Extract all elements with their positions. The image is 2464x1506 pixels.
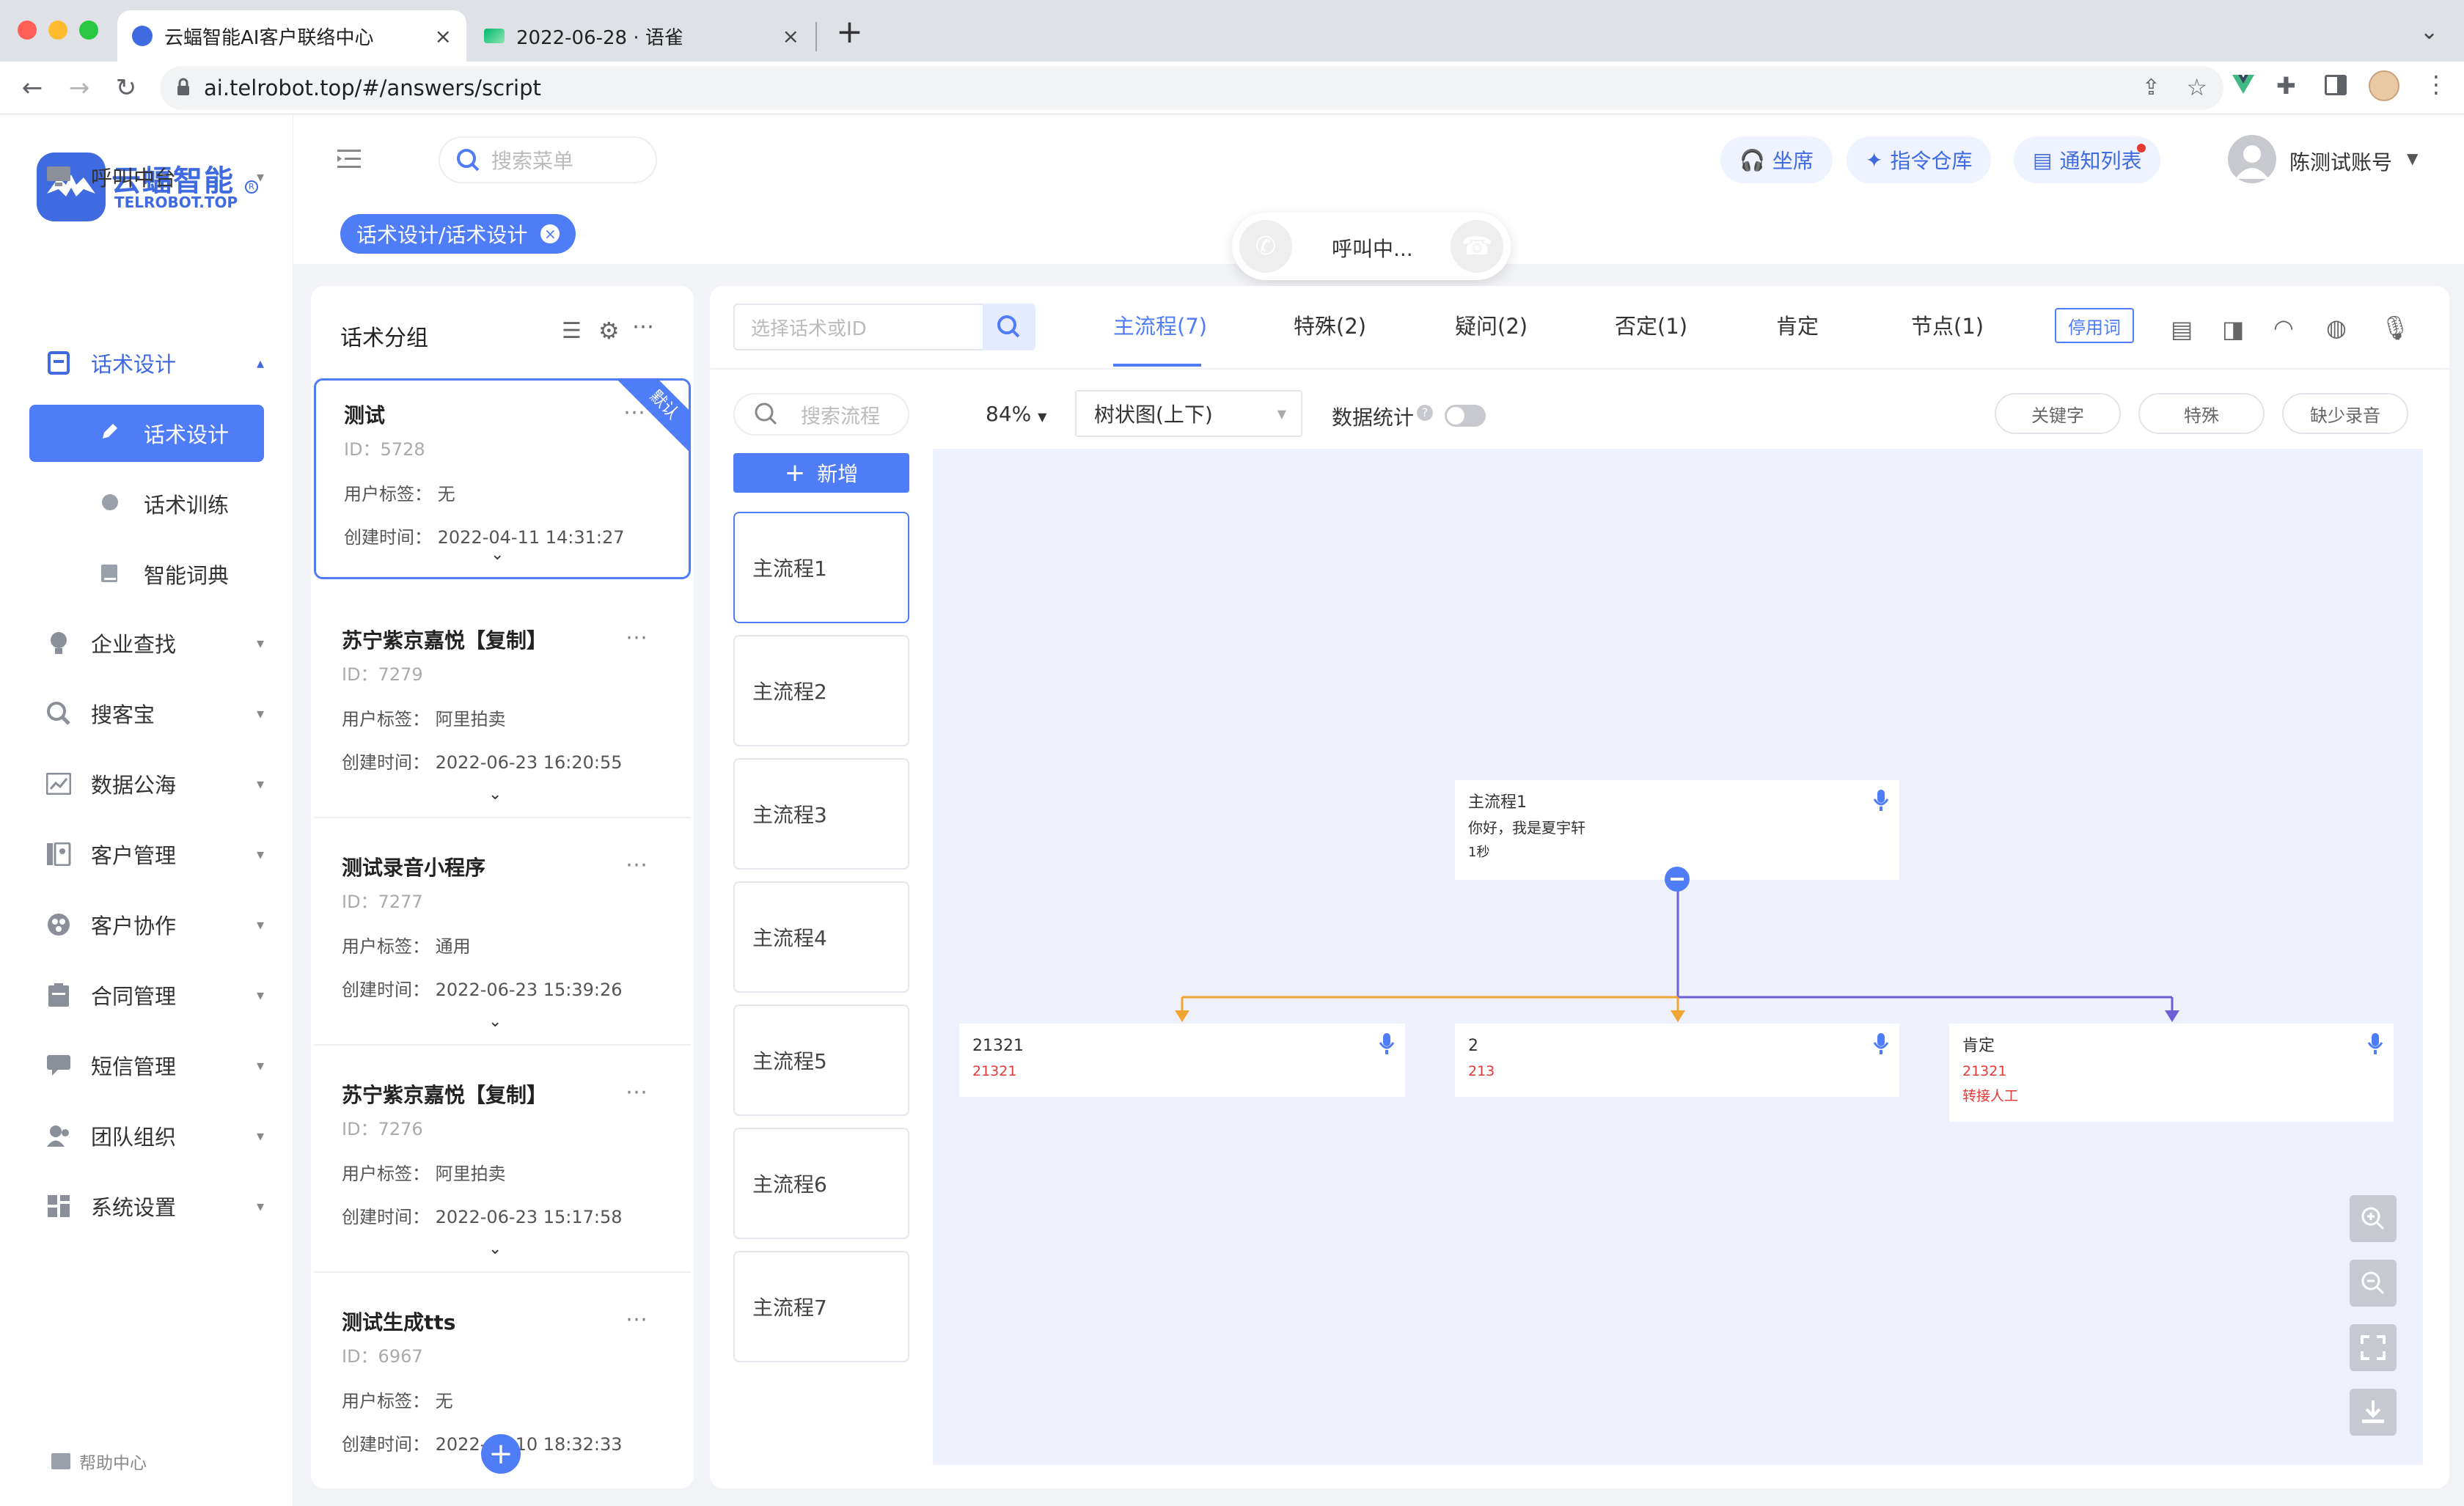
fullscreen-button[interactable]	[2350, 1324, 2397, 1371]
tree-child-node[interactable]: 肯定 21321 转接人工	[1949, 1024, 2394, 1122]
node-subtext: 21321	[972, 1063, 1017, 1079]
collapse-node-icon[interactable]	[1665, 867, 1690, 892]
zoom-out-button[interactable]	[2350, 1260, 2397, 1307]
node-title: 2	[1468, 1037, 1478, 1055]
node-title: 主流程1	[1468, 793, 1527, 812]
tree-connectors	[1175, 880, 2179, 1022]
microphone-icon[interactable]	[2367, 1032, 2383, 1056]
microphone-icon[interactable]	[1873, 789, 1889, 812]
node-text: 你好，我是夏宇轩	[1468, 819, 1585, 837]
node-subtext: 213	[1468, 1063, 1495, 1079]
node-subtext: 21321	[1962, 1063, 2007, 1079]
tree-child-node[interactable]: 2 213	[1455, 1024, 1899, 1097]
tree-child-node[interactable]: 21321 21321	[959, 1024, 1405, 1097]
node-transfer-text: 转接人工	[1962, 1088, 2019, 1104]
microphone-icon[interactable]	[1379, 1032, 1395, 1056]
fullscreen-icon	[2361, 1335, 2386, 1360]
microphone-icon[interactable]	[1873, 1032, 1889, 1056]
zoom-in-button[interactable]	[2350, 1195, 2397, 1242]
tree-root-node[interactable]: 主流程1 你好，我是夏宇轩 1秒	[1455, 780, 1899, 880]
node-duration: 1秒	[1468, 845, 1490, 860]
node-title: 肯定	[1962, 1037, 1995, 1055]
download-button[interactable]	[2350, 1389, 2397, 1436]
zoom-in-icon	[2360, 1205, 2386, 1232]
zoom-out-icon	[2360, 1270, 2386, 1296]
node-title: 21321	[972, 1037, 1024, 1055]
download-icon	[2361, 1399, 2386, 1425]
